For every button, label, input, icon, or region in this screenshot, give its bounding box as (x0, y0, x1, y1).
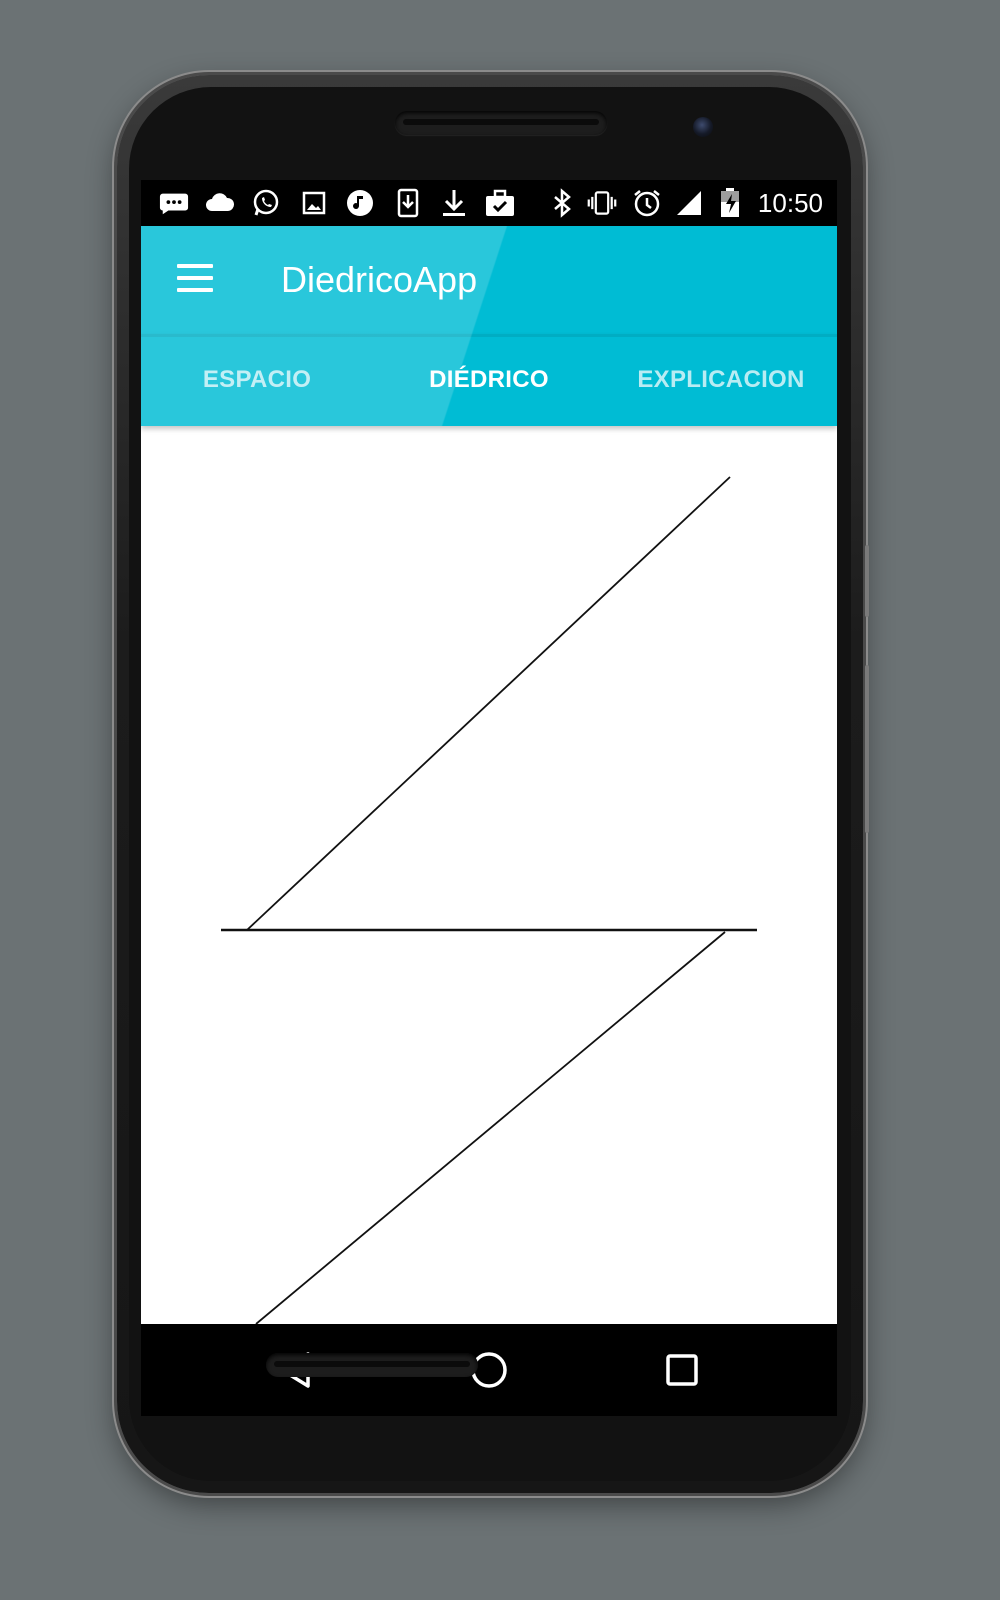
download-icon (439, 188, 469, 218)
volume-button (865, 665, 869, 833)
hamburger-menu-icon[interactable] (177, 264, 213, 294)
navigation-bar (141, 1324, 837, 1416)
signal-icon (674, 188, 704, 218)
whatsapp-icon (251, 188, 281, 218)
power-button (865, 545, 869, 617)
tab-bar: ESPACIO DIÉDRICO EXPLICACION (141, 334, 837, 426)
briefcase-check-icon (485, 188, 515, 218)
messages-icon (159, 188, 189, 218)
front-camera (693, 117, 713, 137)
vibrate-icon (587, 188, 617, 218)
recents-icon[interactable] (652, 1342, 712, 1398)
cloud-icon (205, 188, 235, 218)
tab-espacio[interactable]: ESPACIO (141, 334, 373, 426)
status-time: 10:50 (757, 188, 823, 218)
tab-diedrico[interactable]: DIÉDRICO (373, 334, 605, 426)
status-bar: 10:50 (141, 180, 837, 226)
alarm-icon (632, 188, 662, 218)
diedrico-drawing-canvas[interactable] (141, 426, 837, 1325)
bluetooth-icon (547, 188, 577, 218)
bottom-speaker (266, 1353, 478, 1377)
app-toolbar: DiedricoApp (141, 226, 837, 334)
battery-charging-icon (715, 188, 745, 218)
lower-projection-line (255, 931, 726, 1325)
download-box-icon (393, 188, 423, 218)
top-speaker (395, 111, 607, 135)
app-title: DiedricoApp (281, 259, 478, 300)
tab-explicacion[interactable]: EXPLICACION (605, 334, 837, 426)
upper-projection-line (246, 476, 731, 931)
diedrico-drawing (221, 476, 757, 1325)
image-icon (299, 188, 329, 218)
phone-screen: 10:50 DiedricoApp ESPACIO DIÉDRICO EXPLI… (141, 180, 837, 1416)
music-icon (345, 188, 375, 218)
